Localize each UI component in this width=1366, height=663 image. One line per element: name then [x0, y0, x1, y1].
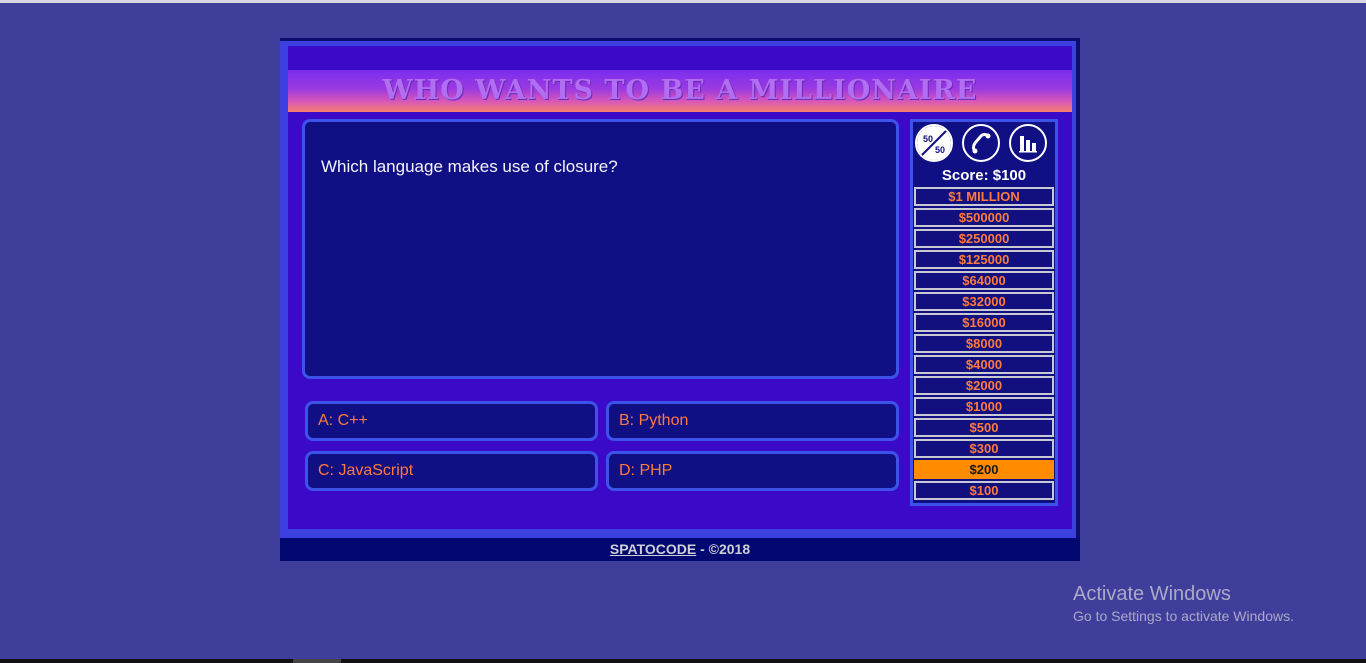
prize-level: $125000 — [914, 250, 1054, 269]
prize-level: $300 — [914, 439, 1054, 458]
prize-level: $4000 — [914, 355, 1054, 374]
score-label: Score: $100 — [941, 167, 1027, 184]
prize-level: $8000 — [914, 334, 1054, 353]
prize-level: $500000 — [914, 208, 1054, 227]
copyright-text: - ©2018 — [696, 541, 751, 557]
answer-d-button[interactable]: D: PHP — [606, 451, 899, 491]
question-text: Which language makes use of closure? — [321, 157, 618, 176]
phone-icon — [972, 133, 991, 154]
current-prize-level: $200 — [914, 460, 1054, 479]
game-title: Who wants to be a millionaire — [382, 75, 978, 106]
prize-level: $250000 — [914, 229, 1054, 248]
lifelines: 50 50 — [915, 124, 1055, 166]
game-frame: Who wants to be a millionaire Which lang… — [280, 38, 1080, 538]
answer-c-button[interactable]: C: JavaScript — [305, 451, 598, 491]
prize-level: $16000 — [914, 313, 1054, 332]
game-area: Who wants to be a millionaire Which lang… — [288, 46, 1072, 529]
prize-level: $500 — [914, 418, 1054, 437]
fifty-fifty-lifeline-button[interactable]: 50 50 — [915, 124, 953, 162]
activate-windows-title: Activate Windows — [1073, 583, 1231, 605]
answer-b-button[interactable]: B: Python — [606, 401, 899, 441]
svg-text:50: 50 — [935, 145, 945, 155]
ask-the-audience-lifeline-button[interactable] — [1009, 124, 1047, 162]
prize-level: $1000 — [914, 397, 1054, 416]
taskbar-item — [293, 659, 341, 663]
answer-a-button[interactable]: A: C++ — [305, 401, 598, 441]
browser-top-edge — [0, 0, 1366, 3]
side-panel: 50 50 Score: $100 $1 MILLION $500000 $25… — [910, 119, 1058, 506]
prize-level: $100 — [914, 481, 1054, 500]
prize-ladder: $1 MILLION $500000 $250000 $125000 $6400… — [914, 187, 1054, 502]
question-box: Which language makes use of closure? — [302, 119, 899, 379]
phone-a-friend-lifeline-button[interactable] — [962, 124, 1000, 162]
audience-bar-chart-icon — [1019, 136, 1037, 153]
svg-text:50: 50 — [923, 134, 933, 144]
prize-level: $64000 — [914, 271, 1054, 290]
footer: SPATOCODE - ©2018 — [280, 538, 1080, 561]
fifty-fifty-icon: 50 50 — [917, 126, 951, 160]
spatocode-link[interactable]: SPATOCODE — [610, 541, 696, 557]
taskbar-edge — [0, 659, 1366, 663]
prize-level: $1 MILLION — [914, 187, 1054, 206]
prize-level: $2000 — [914, 376, 1054, 395]
activate-windows-subtitle: Go to Settings to activate Windows. — [1073, 608, 1294, 624]
prize-level: $32000 — [914, 292, 1054, 311]
title-bar: Who wants to be a millionaire — [288, 70, 1072, 112]
